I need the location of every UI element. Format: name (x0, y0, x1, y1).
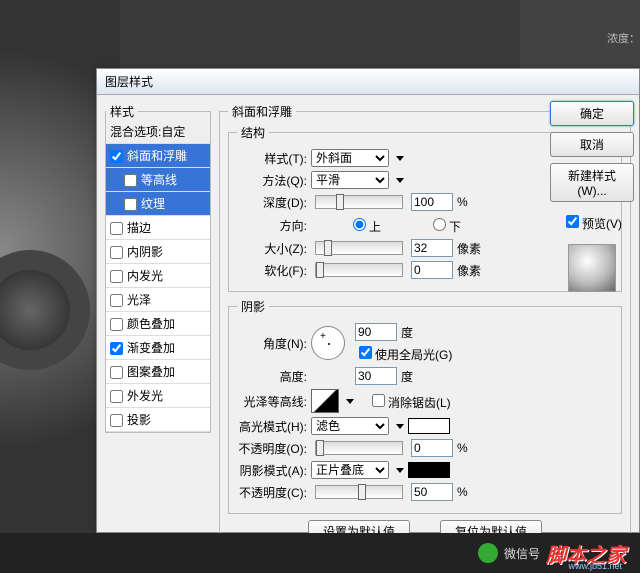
preview-thumbnail (568, 244, 616, 292)
highlight-color-swatch[interactable] (408, 418, 450, 434)
angle-input[interactable] (355, 323, 397, 341)
dropdown-icon (396, 178, 404, 183)
soften-input[interactable] (411, 261, 453, 279)
pattern-overlay-checkbox[interactable] (110, 366, 123, 379)
dropdown-icon (346, 399, 354, 404)
style-pattern-overlay[interactable]: 图案叠加 (106, 360, 210, 384)
new-style-button[interactable]: 新建样式(W)... (550, 163, 634, 202)
depth-slider[interactable] (315, 195, 403, 209)
dropdown-icon (396, 156, 404, 161)
direction-down[interactable]: 下 (391, 215, 461, 235)
concentration-label: 浓度： (607, 30, 640, 46)
direction-up[interactable]: 上 (311, 215, 381, 235)
style-blend-options[interactable]: 混合选项:自定 (106, 120, 210, 144)
angle-dial[interactable] (311, 326, 345, 360)
app-toolbar: 浓度： (520, 0, 640, 70)
size-slider[interactable] (315, 241, 403, 255)
style-bevel[interactable]: 斜面和浮雕 (106, 144, 210, 168)
highlight-opacity-input[interactable] (411, 439, 453, 457)
preview-check[interactable]: 预览(V) (562, 212, 640, 232)
ok-button[interactable]: 确定 (550, 101, 634, 126)
inner-shadow-checkbox[interactable] (110, 246, 123, 259)
texture-checkbox[interactable] (124, 198, 137, 211)
style-inner-glow[interactable]: 内发光 (106, 264, 210, 288)
depth-input[interactable] (411, 193, 453, 211)
outer-glow-checkbox[interactable] (110, 390, 123, 403)
gloss-contour-picker[interactable] (311, 389, 339, 413)
layer-style-dialog: 图层样式 样式 混合选项:自定 斜面和浮雕 等高线 纹理 描边 内阴影 内发光 … (96, 68, 640, 533)
style-color-overlay[interactable]: 颜色叠加 (106, 312, 210, 336)
shadow-opacity-input[interactable] (411, 483, 453, 501)
gradient-overlay-checkbox[interactable] (110, 342, 123, 355)
style-gradient-overlay[interactable]: 渐变叠加 (106, 336, 210, 360)
cancel-button[interactable]: 取消 (550, 132, 634, 157)
styles-legend: 样式 (106, 103, 138, 120)
shadow-color-swatch[interactable] (408, 462, 450, 478)
highlight-mode-select[interactable]: 滤色 (311, 417, 389, 435)
drop-shadow-checkbox[interactable] (110, 414, 123, 427)
highlight-opacity-slider[interactable] (315, 441, 403, 455)
shadow-opacity-slider[interactable] (315, 485, 403, 499)
shading-group: 阴影 角度(N): 度 使用全局光(G) 高度:度 光泽等高线:消除锯齿(L) … (228, 298, 622, 514)
style-list: 混合选项:自定 斜面和浮雕 等高线 纹理 描边 内阴影 内发光 光泽 颜色叠加 … (106, 120, 210, 432)
dialog-title: 图层样式 (97, 69, 639, 95)
dropdown-icon (396, 424, 404, 429)
contour-checkbox[interactable] (124, 174, 137, 187)
soften-slider[interactable] (315, 263, 403, 277)
method-select[interactable]: 平滑 (311, 171, 389, 189)
stroke-checkbox[interactable] (110, 222, 123, 235)
style-stroke[interactable]: 描边 (106, 216, 210, 240)
satin-checkbox[interactable] (110, 294, 123, 307)
inner-glow-checkbox[interactable] (110, 270, 123, 283)
dropdown-icon (396, 468, 404, 473)
site-url: www.jb51.net (568, 561, 622, 571)
wechat-icon (478, 543, 498, 563)
style-drop-shadow[interactable]: 投影 (106, 408, 210, 432)
style-contour[interactable]: 等高线 (106, 168, 210, 192)
global-light-check[interactable]: 使用全局光(G) (355, 343, 452, 363)
color-overlay-checkbox[interactable] (110, 318, 123, 331)
bevel-checkbox[interactable] (110, 150, 123, 163)
style-select[interactable]: 外斜面 (311, 149, 389, 167)
size-input[interactable] (411, 239, 453, 257)
antialias-check[interactable]: 消除锯齿(L) (368, 391, 451, 411)
weixin-label: 微信号 (504, 545, 540, 562)
style-inner-shadow[interactable]: 内阴影 (106, 240, 210, 264)
altitude-input[interactable] (355, 367, 397, 385)
style-texture[interactable]: 纹理 (106, 192, 210, 216)
shadow-mode-select[interactable]: 正片叠底 (311, 461, 389, 479)
footer: 微信号 脚本之家 www.jb51.net (0, 533, 640, 573)
style-outer-glow[interactable]: 外发光 (106, 384, 210, 408)
style-satin[interactable]: 光泽 (106, 288, 210, 312)
